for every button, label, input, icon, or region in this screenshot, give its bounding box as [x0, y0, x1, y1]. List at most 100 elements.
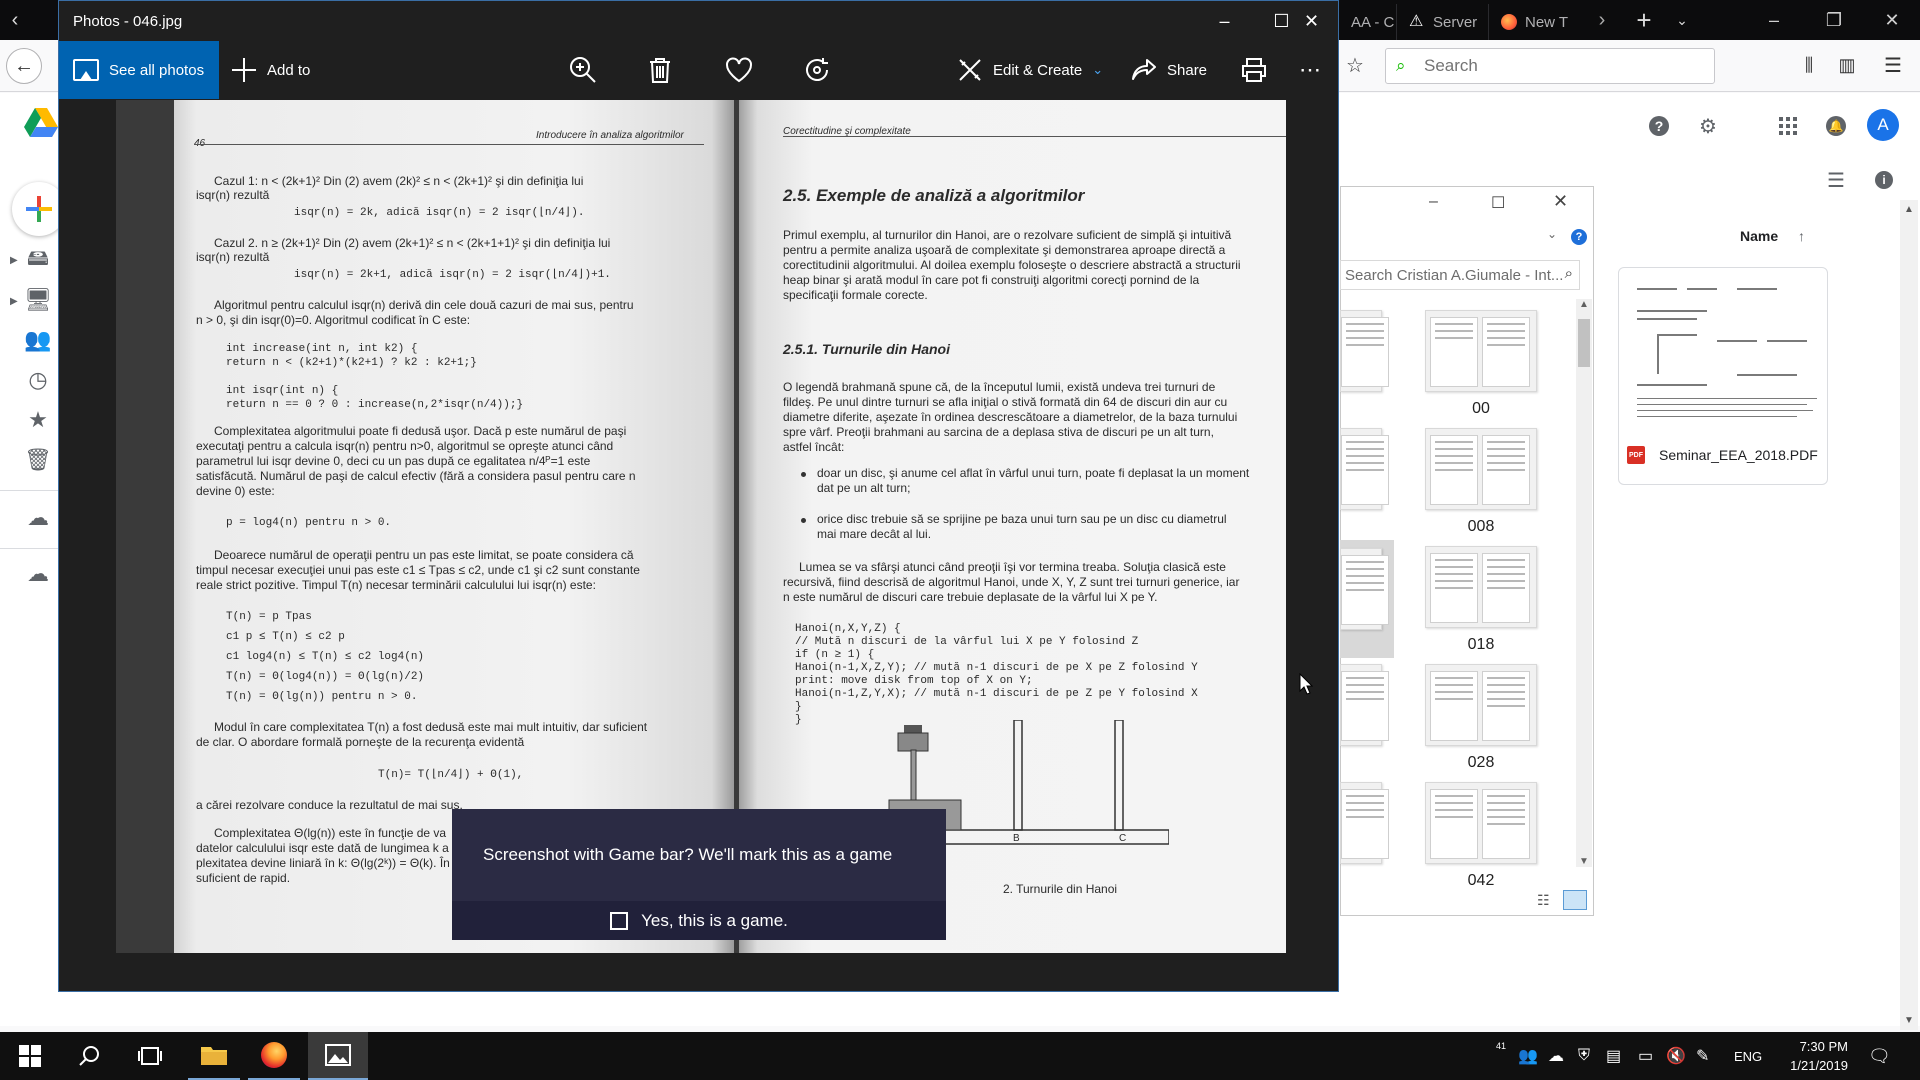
text-line: n este numărul de discuri care trebuie d… [783, 590, 1158, 604]
folder-thumbnail[interactable] [1340, 782, 1389, 864]
back-button[interactable]: ← [6, 48, 42, 84]
ff-close-icon[interactable]: ✕ [1864, 0, 1920, 40]
photos-titlebar: Photos - 046.jpg [59, 1, 1338, 41]
help-icon[interactable]: ? [1571, 229, 1587, 245]
edit-create-button[interactable]: Edit & Create ⌄ [957, 41, 1103, 99]
scroll-up-icon[interactable]: ▲ [1579, 299, 1589, 310]
menu-icon[interactable]: ☰ [1880, 52, 1906, 78]
computers-icon[interactable]: 🖥 [22, 284, 54, 316]
expand-arrow-icon[interactable]: ▶ [10, 296, 18, 307]
ribbon-expand-icon[interactable]: ⌄ [1547, 227, 1557, 241]
onedrive-icon[interactable]: ☁ [1548, 1032, 1564, 1080]
share-button[interactable]: Share [1131, 41, 1207, 99]
delete-button[interactable] [648, 41, 682, 99]
list-view-icon[interactable]: ☰ [1822, 166, 1850, 194]
drive-logo-icon[interactable] [24, 108, 58, 138]
folder-thumbnail[interactable] [1340, 428, 1389, 510]
details-view-icon[interactable]: ☷ [1537, 892, 1555, 908]
backups-icon[interactable]: ☁ [22, 502, 54, 534]
search-button[interactable] [64, 1032, 116, 1080]
battery-icon[interactable]: ▭ [1638, 1032, 1653, 1080]
folder-thumbnail-028[interactable] [1425, 664, 1537, 746]
window-title: Photos - 046.jpg [73, 12, 183, 30]
photos-minimize-icon[interactable]: – [1196, 1, 1253, 41]
game-checkbox[interactable] [610, 911, 629, 930]
text-line: parametrul lui isqr devine 0, deci cu un… [196, 454, 591, 468]
folder-thumbnail-00[interactable] [1425, 310, 1537, 392]
explorer-search-input[interactable]: Search Cristian A.Giumale - Int... ⌕ [1340, 260, 1580, 290]
clock[interactable]: 7:30 PM 1/21/2019 [1778, 1032, 1848, 1080]
folder-label: 00 [1472, 400, 1490, 417]
file-name-label: Seminar_EEA_2018.PDF [1659, 447, 1818, 463]
bookmark-star-icon[interactable]: ☆ [1342, 52, 1368, 78]
see-all-photos-button[interactable]: See all photos [59, 41, 219, 99]
firefox-button[interactable] [248, 1032, 300, 1080]
input-language[interactable]: ENG [1734, 1032, 1762, 1080]
shared-with-me-icon[interactable]: 👥 [22, 324, 54, 356]
apps-grid-icon[interactable] [1774, 112, 1802, 140]
photos-close-icon[interactable]: ✕ [1283, 1, 1340, 41]
account-avatar[interactable]: A [1867, 109, 1899, 141]
text-line: executaţi pentru a calcula isqr(n) pentr… [196, 439, 614, 453]
start-button[interactable] [4, 1032, 56, 1080]
gamebar-checkbox-row[interactable]: Yes, this is a game. [452, 901, 946, 940]
explorer-close-icon[interactable]: ✕ [1553, 191, 1568, 212]
ff-restore-icon[interactable]: ❐ [1806, 0, 1862, 40]
tab-new[interactable]: New T [1488, 4, 1582, 40]
explorer-maximize-icon[interactable]: ☐ [1491, 193, 1505, 213]
explorer-minimize-icon[interactable]: – [1429, 193, 1438, 211]
tab-scroll-left-icon[interactable]: ‹ [0, 0, 30, 40]
notifications-icon[interactable]: 🔔 [1822, 112, 1850, 140]
scroll-down-icon[interactable]: ▼ [1904, 1015, 1914, 1026]
scroll-down-icon[interactable]: ▼ [1579, 856, 1589, 867]
large-icons-view-icon[interactable] [1563, 890, 1587, 910]
tab-aa[interactable]: AA - C [1338, 4, 1396, 40]
sidebar-icon[interactable]: ▥ [1834, 52, 1860, 78]
library-icon[interactable]: ⫼ [1796, 52, 1822, 78]
folder-thumbnail-018[interactable] [1425, 546, 1537, 628]
list-all-tabs-icon[interactable]: ⌄ [1664, 0, 1700, 40]
folder-thumbnail[interactable] [1340, 548, 1389, 630]
tab-server[interactable]: ⚠ Server [1396, 4, 1488, 40]
file-explorer-button[interactable] [188, 1032, 240, 1080]
help-icon[interactable]: ? [1645, 112, 1673, 140]
sort-by-name[interactable]: Name ↑ [1740, 228, 1805, 244]
people-icon[interactable]: 👥 [1518, 1032, 1538, 1080]
storage-icon[interactable]: ☁ [22, 558, 54, 590]
rotate-button[interactable] [803, 41, 841, 99]
scroll-up-icon[interactable]: ▲ [1904, 204, 1914, 215]
folder-thumbnail[interactable] [1340, 310, 1389, 392]
ff-minimize-icon[interactable]: – [1746, 0, 1802, 40]
folder-thumbnail-008[interactable] [1425, 428, 1537, 510]
security-shield-icon[interactable]: ⛨ [1578, 1032, 1590, 1080]
recent-icon[interactable]: ◷ [22, 364, 54, 396]
print-button[interactable] [1241, 41, 1277, 99]
pen-icon[interactable]: ✎ [1696, 1032, 1709, 1080]
scroll-thumb[interactable] [1578, 319, 1590, 367]
my-drive-icon[interactable]: 🖴 [22, 244, 54, 276]
page-scrollbar[interactable]: ▲ ▼ [1900, 200, 1918, 1030]
action-center-icon[interactable]: 🗨 [1868, 1032, 1891, 1080]
more-options-button[interactable]: ⋯ [1299, 41, 1321, 99]
details-info-icon[interactable]: i [1870, 166, 1898, 194]
folder-thumbnail[interactable] [1340, 664, 1389, 746]
new-tab-icon[interactable]: + [1626, 0, 1662, 40]
file-card[interactable]: PDF Seminar_EEA_2018.PDF [1618, 267, 1828, 485]
trash-icon[interactable]: 🗑 [22, 444, 54, 476]
text-line: datelor calculului isqr este dată de lun… [196, 841, 459, 855]
bullet-text: orice disc trebuie să se sprijine pe baz… [817, 512, 1227, 526]
network-icon[interactable]: ▤ [1606, 1032, 1621, 1080]
expand-arrow-icon[interactable]: ▶ [10, 255, 18, 266]
starred-icon[interactable]: ★ [22, 404, 54, 436]
photos-button[interactable] [308, 1032, 368, 1080]
volume-muted-icon[interactable]: 🔇 [1666, 1032, 1686, 1080]
folder-thumbnail-042[interactable] [1425, 782, 1537, 864]
zoom-button[interactable] [569, 41, 607, 99]
task-view-button[interactable] [124, 1032, 176, 1080]
add-to-button[interactable]: Add to [231, 41, 310, 99]
settings-gear-icon[interactable]: ⚙ [1694, 112, 1722, 140]
favorite-button[interactable] [725, 41, 763, 99]
tab-scroll-right-icon[interactable]: › [1588, 0, 1616, 40]
search-input[interactable]: ⌕ Search [1385, 48, 1715, 84]
explorer-scrollbar[interactable]: ▲ ▼ [1576, 299, 1592, 867]
